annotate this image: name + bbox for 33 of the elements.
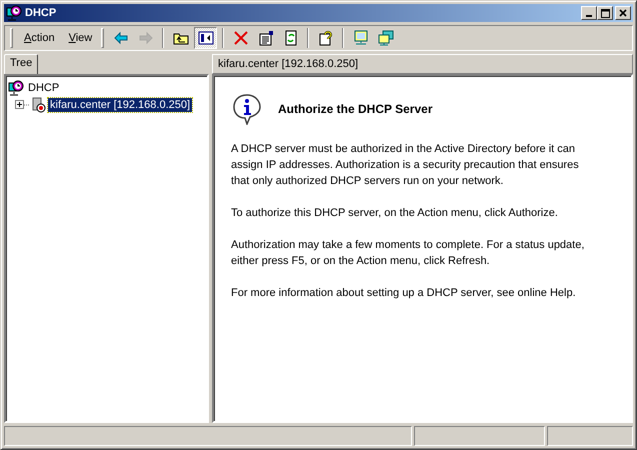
tree-item[interactable]: kifaru.center [192.168.0.250] [48,98,192,112]
minimize-button[interactable] [581,6,597,20]
info-paragraph: A DHCP server must be authorized in the Active Directory before it can assign IP addresses. Authorization is a security precaution that ensures that only authorized DHCP servers run on your network. [231,142,580,189]
maximize-icon [600,8,610,18]
info-icon [231,93,263,125]
menu-item[interactable]: Action [17,30,62,46]
properties-icon [258,30,274,46]
menu-item[interactable]: View [62,30,100,46]
show-tree-icon [198,30,214,46]
help-icon [318,30,334,46]
expand-icon[interactable] [15,100,24,109]
maximize-button[interactable] [597,6,613,20]
close-button[interactable] [615,6,631,20]
monitors-icon [378,30,394,46]
dhcp-clock-icon [8,80,24,96]
tree-item[interactable]: DHCP [26,80,62,94]
tree-line-icon [24,104,30,106]
monitor-icon [352,30,369,46]
refresh-icon [282,30,299,46]
tree-tab[interactable]: Tree [4,54,38,74]
forward-arrow-icon [138,30,154,46]
info-paragraph: Authorization may take a few moments to complete. For a status update, either press F5, or on the Action menu, click Refresh. [231,238,586,269]
info-paragraph: For more information about setting up a DHCP server, see online Help. [231,286,577,301]
server-icon [30,96,46,112]
pane-header: kifaru.center [192.168.0.250] [212,54,633,74]
tree-button[interactable] [194,27,218,49]
back-arrow-icon [112,30,129,46]
delete-icon [232,30,249,46]
dhcp-clock-icon [6,5,22,21]
close-icon [619,9,627,17]
info-title: Authorize the DHCP Server [278,101,432,117]
info-paragraph: To authorize this DHCP server, on the Action menu, click Authorize. [231,206,559,221]
window-title: DHCP [25,7,58,19]
